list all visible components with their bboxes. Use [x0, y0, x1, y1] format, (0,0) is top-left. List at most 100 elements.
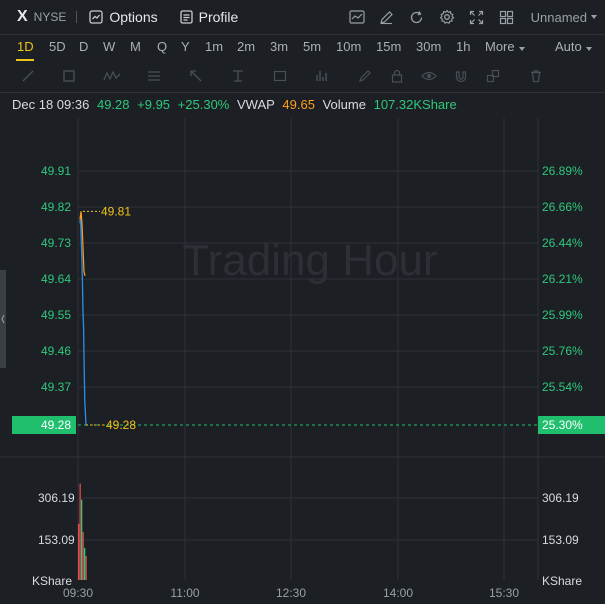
period-1h[interactable]: 1h — [456, 39, 470, 54]
fibonacci-icon[interactable] — [145, 68, 163, 84]
period-bar: 1D 5D D W M Q Y 1m 2m 3m 5m 10m 15m 30m … — [0, 36, 605, 61]
indicator-chart-icon[interactable] — [347, 7, 367, 27]
period-1m[interactable]: 1m — [205, 39, 223, 54]
quote-price: 49.28 — [96, 97, 130, 112]
more-label: More — [485, 39, 515, 54]
quote-change-pct: +25.30% — [177, 97, 230, 112]
time-tick-label: 14:00 — [383, 586, 413, 600]
top-bar: X NYSE Options Profile Unnamed — [0, 0, 605, 34]
text-tool-icon[interactable] — [229, 68, 247, 84]
pencil-icon[interactable] — [356, 68, 374, 84]
pct-tick-label: 26.44% — [542, 236, 583, 250]
arrow-icon[interactable] — [187, 68, 205, 84]
pct-tick-label: 25.76% — [542, 344, 583, 358]
active-period-indicator — [16, 59, 34, 61]
period-3m[interactable]: 3m — [270, 39, 288, 54]
rectangle-icon[interactable] — [60, 68, 78, 84]
period-d[interactable]: D — [79, 39, 88, 54]
ticker-symbol[interactable]: X — [17, 8, 28, 26]
pct-tick-label: 26.89% — [542, 164, 583, 178]
link-icon[interactable] — [484, 68, 502, 84]
chevron-down-icon — [585, 47, 592, 51]
fullscreen-icon[interactable] — [467, 7, 487, 27]
watermark-text: Trading Hour — [182, 236, 437, 285]
volume-tick-label-right: 306.19 — [542, 491, 579, 505]
time-tick-label: 09:30 — [63, 586, 93, 600]
quote-info-line: Dec 18 09:36 49.28 +9.95 +25.30% VWAP 49… — [12, 97, 461, 112]
volume-tick-label-right: KShare — [542, 574, 582, 588]
period-1d[interactable]: 1D — [17, 39, 34, 54]
volume-bar — [84, 547, 86, 580]
high-marker-label: 49.81 — [101, 204, 131, 218]
options-label: Options — [109, 9, 158, 25]
layout-dropdown[interactable]: Unnamed — [531, 10, 597, 25]
volume-bar — [81, 499, 83, 580]
profile-button[interactable]: Profile — [179, 9, 239, 25]
exchange-label: NYSE — [33, 10, 67, 24]
price-tick-label: 49.73 — [41, 236, 71, 250]
toolbar-right: Unnamed — [337, 0, 597, 34]
settings-gear-icon[interactable] — [437, 7, 457, 27]
current-price-tag: 49.28 — [41, 418, 71, 432]
low-marker-label: 49.28 — [106, 418, 136, 432]
options-button[interactable]: Options — [89, 9, 158, 25]
price-chart[interactable]: Trading Hour 49.91 49.82 49.73 49.64 49.55 49.… — [0, 118, 605, 604]
period-m[interactable]: M — [130, 39, 141, 54]
time-tick-label: 12:30 — [276, 586, 306, 600]
options-icon — [89, 10, 104, 24]
lock-icon[interactable] — [388, 68, 406, 84]
auto-label: Auto — [555, 39, 582, 54]
period-30m[interactable]: 30m — [416, 39, 441, 54]
pct-tick-label: 25.54% — [542, 380, 583, 394]
time-tick-label: 15:30 — [489, 586, 519, 600]
price-tick-label: 49.46 — [41, 344, 71, 358]
pattern-icon[interactable] — [103, 68, 121, 84]
drawing-toolbar — [0, 62, 605, 90]
period-15m[interactable]: 15m — [376, 39, 401, 54]
volume-bar — [82, 531, 84, 580]
volume-tick-label: 153.09 — [38, 533, 75, 547]
time-tick-label: 11:00 — [170, 586, 199, 600]
period-q[interactable]: Q — [157, 39, 167, 54]
period-5m[interactable]: 5m — [303, 39, 321, 54]
more-dropdown[interactable]: More — [485, 39, 525, 54]
price-tick-label: 49.55 — [41, 308, 71, 322]
grid-layout-icon[interactable] — [497, 7, 517, 27]
period-y[interactable]: Y — [181, 39, 190, 54]
chevron-down-icon — [518, 47, 525, 51]
price-tick-label: 49.64 — [41, 272, 71, 286]
period-w[interactable]: W — [103, 39, 115, 54]
period-2m[interactable]: 2m — [237, 39, 255, 54]
pct-tick-label: 25.99% — [542, 308, 583, 322]
price-line — [79, 215, 88, 426]
chevron-down-icon — [591, 15, 597, 19]
divider — [76, 11, 78, 23]
profile-label: Profile — [198, 9, 239, 25]
vwap-value: 49.65 — [282, 97, 315, 112]
measure-icon[interactable] — [313, 68, 331, 84]
magnet-icon[interactable] — [452, 68, 470, 84]
vwap-label: VWAP — [236, 97, 275, 112]
volume-tick-label-right: 153.09 — [542, 533, 579, 547]
trend-line-icon[interactable] — [19, 68, 37, 84]
refresh-icon[interactable] — [407, 7, 427, 27]
note-icon[interactable] — [271, 68, 289, 84]
current-pct-tag: 25.30% — [542, 418, 583, 432]
pct-tick-label: 26.66% — [542, 200, 583, 214]
price-tick-label: 49.91 — [41, 164, 71, 178]
period-5d[interactable]: 5D — [49, 39, 66, 54]
volume-value: 107.32KShare — [373, 97, 457, 112]
pct-tick-label: 26.21% — [542, 272, 583, 286]
price-tick-label: 49.37 — [41, 380, 71, 394]
volume-bar — [79, 483, 81, 580]
scale-dropdown[interactable]: Auto — [555, 39, 592, 54]
divider — [0, 34, 605, 35]
divider — [0, 92, 605, 93]
eye-icon[interactable] — [420, 68, 438, 84]
period-10m[interactable]: 10m — [336, 39, 361, 54]
draw-pen-icon[interactable] — [377, 7, 397, 27]
quote-change: +9.95 — [137, 97, 171, 112]
volume-tick-label: 306.19 — [38, 491, 75, 505]
trash-icon[interactable] — [527, 68, 545, 84]
volume-bar — [85, 555, 87, 580]
